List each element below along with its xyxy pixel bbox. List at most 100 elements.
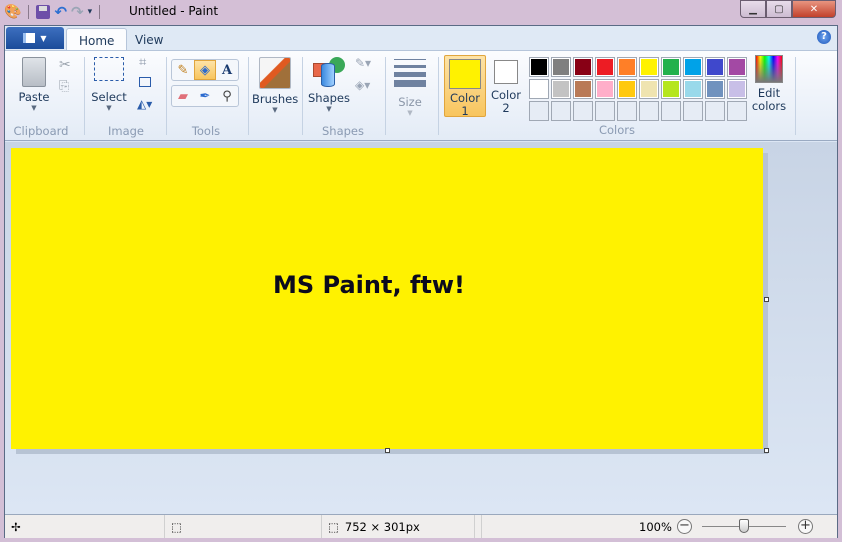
color1-swatch <box>449 59 481 89</box>
shapes-icon <box>313 57 345 87</box>
shapes-group: Shapes ▼ ✎▾ ◈▾ Shapes <box>303 51 383 141</box>
minimize-button[interactable]: ▁ <box>740 0 766 18</box>
separator <box>795 57 796 135</box>
palette-swatch[interactable] <box>705 79 725 99</box>
maximize-button[interactable]: ▢ <box>766 0 792 18</box>
redo-icon[interactable]: ↷ <box>71 3 84 21</box>
palette-swatch[interactable] <box>617 57 637 77</box>
size-icon <box>394 59 426 87</box>
clipboard-icon <box>22 57 46 87</box>
fill-style-icon[interactable]: ◈▾ <box>355 78 370 92</box>
image-size-icon: ⬚ <box>328 519 339 534</box>
chevron-down-icon: ▼ <box>407 109 413 117</box>
select-icon <box>94 57 124 81</box>
palette-swatch[interactable] <box>529 57 549 77</box>
fill-icon[interactable]: ◈ <box>194 60 216 80</box>
undo-icon[interactable]: ↶ <box>54 3 67 21</box>
application-menu-button[interactable]: ▼ <box>6 27 64 49</box>
palette-swatch[interactable] <box>661 79 681 99</box>
copy-icon[interactable]: ⎘ <box>59 79 69 94</box>
move-cursor-icon: ✢ <box>11 519 21 534</box>
separator <box>248 57 249 135</box>
resize-handle-bottom[interactable] <box>385 448 390 453</box>
image-group: Select ▼ ⌗ ◭▾ Image <box>85 51 167 141</box>
palette-swatch[interactable] <box>727 57 747 77</box>
cursor-position: ✢ <box>5 515 165 538</box>
tab-home[interactable]: Home <box>66 28 128 50</box>
zoom-slider-thumb[interactable] <box>739 519 749 533</box>
custom-color-slot[interactable] <box>551 101 571 121</box>
palette-swatch[interactable] <box>727 79 747 99</box>
custom-color-slot[interactable] <box>529 101 549 121</box>
image-label: Image <box>107 124 145 138</box>
palette-swatch[interactable] <box>529 79 549 99</box>
clipboard-label: Clipboard <box>13 124 69 138</box>
tab-view[interactable]: View <box>123 28 175 50</box>
resize-handle-right[interactable] <box>764 297 769 302</box>
palette-swatch[interactable] <box>595 57 615 77</box>
status-bar: ✢ ⬚ ⬚ 752 × 301px 100% − + <box>5 514 837 538</box>
text-icon[interactable]: A <box>216 60 238 80</box>
palette-swatch[interactable] <box>551 57 571 77</box>
custom-color-slot[interactable] <box>683 101 703 121</box>
image-size: ⬚ 752 × 301px <box>322 515 475 538</box>
resize-icon[interactable] <box>139 77 151 87</box>
shapes-button[interactable]: Shapes ▼ <box>307 57 351 113</box>
colors-label: Colors <box>598 123 636 137</box>
palette-swatch[interactable] <box>683 79 703 99</box>
palette-swatch[interactable] <box>595 79 615 99</box>
maximize-icon: ▢ <box>774 3 784 15</box>
separator <box>438 57 439 135</box>
color2-button[interactable]: Color 2 <box>488 55 524 115</box>
eraser-icon[interactable]: ▰ <box>172 86 194 106</box>
select-button[interactable]: Select ▼ <box>91 57 127 112</box>
edit-colors-button[interactable]: Edit colors <box>751 55 787 113</box>
palette-swatch[interactable] <box>639 57 659 77</box>
separator <box>28 5 30 19</box>
canvas-area[interactable]: MS Paint, ftw! <box>5 142 837 514</box>
palette-swatch[interactable] <box>573 57 593 77</box>
custom-color-slot[interactable] <box>661 101 681 121</box>
paint-window: ▼ Home View ? Paste ▼ ✂ ⎘ Clipboard Sele… <box>4 25 838 538</box>
palette-swatch[interactable] <box>639 79 659 99</box>
color1-number: 1 <box>461 104 469 118</box>
paste-button[interactable]: Paste ▼ <box>14 57 54 112</box>
palette-swatch[interactable] <box>683 57 703 77</box>
custom-color-slot[interactable] <box>705 101 725 121</box>
custom-color-slot[interactable] <box>595 101 615 121</box>
outline-icon[interactable]: ✎▾ <box>355 56 371 70</box>
color1-button[interactable]: Color 1 <box>444 55 486 118</box>
close-button[interactable]: ✕ <box>792 0 836 18</box>
custom-color-slot[interactable] <box>639 101 659 121</box>
custom-color-slot[interactable] <box>617 101 637 121</box>
cut-icon[interactable]: ✂ <box>59 57 71 73</box>
pencil-icon[interactable]: ✎ <box>172 60 194 80</box>
save-icon[interactable] <box>36 5 51 19</box>
zoom-out-button[interactable]: − <box>677 519 692 534</box>
palette-swatch[interactable] <box>573 79 593 99</box>
color2-number: 2 <box>502 101 510 115</box>
zoom-in-button[interactable]: + <box>798 519 813 534</box>
resize-handle-corner[interactable] <box>764 448 769 453</box>
custom-color-slot[interactable] <box>573 101 593 121</box>
crop-icon[interactable]: ⌗ <box>139 55 146 70</box>
zoom-level: 100% <box>639 520 672 534</box>
drawing-canvas[interactable]: MS Paint, ftw! <box>11 148 763 449</box>
palette-swatch[interactable] <box>617 79 637 99</box>
palette-swatch[interactable] <box>705 57 725 77</box>
paint-app-icon[interactable]: 🎨 <box>4 4 21 20</box>
clipboard-group: Paste ▼ ✂ ⎘ Clipboard <box>5 51 77 141</box>
brushes-button[interactable]: Brushes ▼ <box>252 57 298 114</box>
palette-swatch[interactable] <box>661 57 681 77</box>
color-picker-icon[interactable]: ✒ <box>194 86 216 106</box>
brushes-label: Brushes <box>252 92 299 106</box>
palette-swatch[interactable] <box>551 79 571 99</box>
customize-dropdown-icon[interactable]: ▾ <box>88 7 93 17</box>
select-label: Select <box>91 90 127 104</box>
magnifier-icon[interactable]: ⚲ <box>216 86 238 106</box>
help-icon[interactable]: ? <box>817 30 831 44</box>
size-button[interactable]: Size ▼ <box>392 59 428 117</box>
rotate-icon[interactable]: ◭▾ <box>137 97 152 111</box>
quick-access-toolbar: 🎨 ↶ ↷ ▾ <box>4 3 103 21</box>
custom-color-slot[interactable] <box>727 101 747 121</box>
